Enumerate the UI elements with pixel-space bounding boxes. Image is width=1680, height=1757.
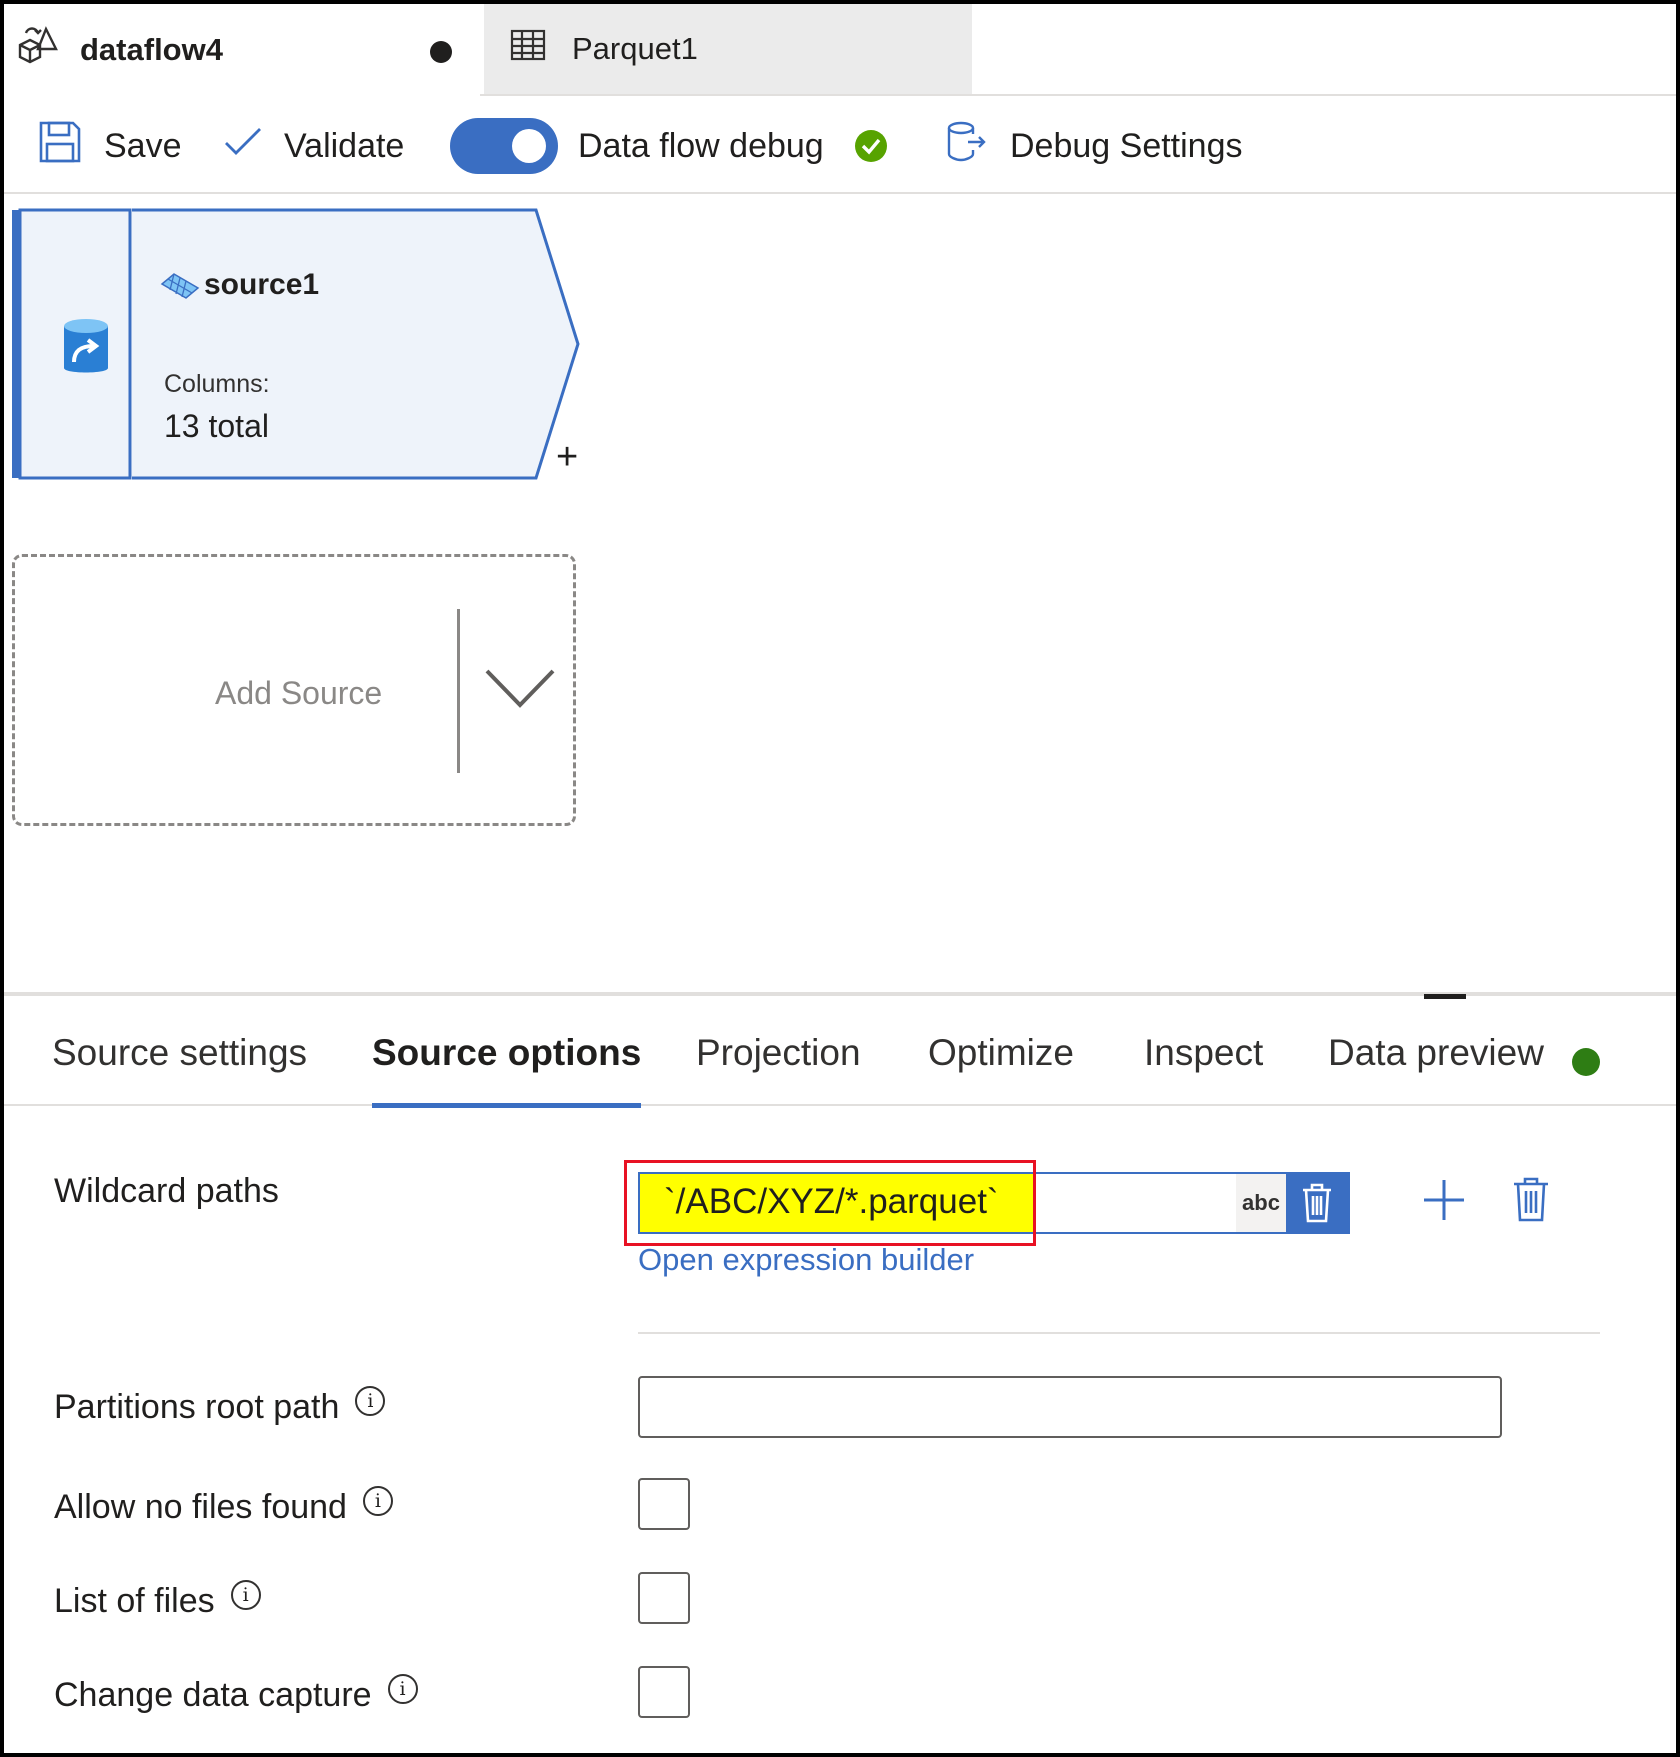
debug-settings-label: Debug Settings: [1010, 126, 1243, 165]
partitions-root-path-input[interactable]: [638, 1376, 1502, 1438]
tab-optimize[interactable]: Optimize: [928, 1000, 1074, 1106]
splitter-grip[interactable]: [1424, 994, 1466, 999]
type-badge: abc: [1236, 1174, 1286, 1232]
tab-dataflow4-label: dataflow4: [80, 32, 223, 67]
trash-icon: [1303, 1183, 1331, 1223]
highlight-annotation-box: [624, 1160, 1036, 1246]
tab-source-settings[interactable]: Source settings: [52, 1000, 307, 1106]
delete-wildcard-button[interactable]: [1286, 1174, 1348, 1232]
dataflow-canvas[interactable]: source1 Columns: 13 total + Add Source: [4, 196, 1676, 992]
add-source-label[interactable]: Add Source: [215, 675, 382, 712]
trash-icon: [1514, 1177, 1548, 1222]
info-icon[interactable]: i: [355, 1385, 386, 1416]
wildcard-paths-label: Wildcard paths: [54, 1172, 279, 1210]
source-node-title: source1: [204, 268, 320, 301]
tab-data-preview[interactable]: Data preview: [1328, 1000, 1544, 1106]
change-data-capture-label: Change data capture i: [54, 1673, 418, 1715]
allow-no-files-found-checkbox[interactable]: [638, 1478, 690, 1530]
validate-label: Validate: [284, 126, 405, 165]
settings-tab-bar: Source settings Source options Projectio…: [4, 1000, 1676, 1108]
columns-count: 13 total: [164, 408, 269, 444]
dataflow-icon: [16, 23, 62, 77]
tab-source-options[interactable]: Source options: [372, 1000, 642, 1108]
list-of-files-label: List of files i: [54, 1579, 261, 1621]
form-divider: [638, 1332, 1600, 1334]
document-tab-bar: dataflow4 Parquet1: [4, 4, 1676, 96]
info-icon[interactable]: i: [230, 1579, 261, 1610]
save-label: Save: [104, 126, 182, 165]
tab-projection[interactable]: Projection: [696, 1000, 861, 1106]
list-of-files-text: List of files: [54, 1582, 215, 1620]
unsaved-changes-dot: [430, 41, 452, 63]
app-frame: dataflow4 Parquet1 Save Validate Data fl…: [0, 0, 1680, 1757]
add-source-divider: [457, 609, 460, 773]
save-button[interactable]: Save: [38, 98, 182, 194]
toolbar: Save Validate Data flow debug Debug Sett…: [4, 98, 1676, 194]
columns-label: Columns:: [164, 370, 270, 398]
tab-parquet1[interactable]: Parquet1: [484, 4, 972, 94]
partitions-root-path-text: Partitions root path: [54, 1388, 340, 1426]
change-data-capture-text: Change data capture: [54, 1676, 372, 1714]
toggle-knob: [512, 129, 546, 163]
tab-parquet1-label: Parquet1: [572, 31, 698, 66]
debug-status-check-icon: [854, 98, 888, 194]
add-source-box[interactable]: Add Source: [12, 554, 576, 826]
allow-no-files-found-label: Allow no files found i: [54, 1485, 393, 1527]
validate-button[interactable]: Validate: [224, 98, 404, 194]
tab-dataflow4[interactable]: dataflow4: [4, 4, 480, 96]
data-flow-debug-toggle[interactable]: [450, 98, 558, 194]
source-database-icon: [62, 318, 110, 383]
data-flow-debug-label: Data flow debug: [578, 126, 824, 165]
save-icon: [38, 120, 82, 173]
remove-path-button[interactable]: [1512, 1176, 1550, 1227]
add-path-button[interactable]: [1422, 1178, 1466, 1227]
info-icon[interactable]: i: [387, 1673, 418, 1704]
open-expression-builder-link[interactable]: Open expression builder: [638, 1242, 974, 1278]
dataset-icon: [160, 270, 200, 305]
tab-inspect[interactable]: Inspect: [1144, 1000, 1263, 1106]
table-icon: [510, 29, 546, 69]
source-node[interactable]: source1 Columns: 13 total +: [10, 208, 584, 480]
add-transformation-button[interactable]: +: [556, 438, 578, 476]
debug-settings-button[interactable]: Debug Settings: [944, 98, 1243, 194]
allow-no-files-found-text: Allow no files found: [54, 1488, 347, 1526]
toggle-switch[interactable]: [450, 118, 558, 174]
change-data-capture-checkbox[interactable]: [638, 1666, 690, 1718]
chevron-down-icon[interactable]: [485, 667, 555, 714]
plus-icon: [1424, 1180, 1464, 1220]
checkmark-icon: [224, 127, 262, 166]
debug-settings-icon: [944, 120, 988, 173]
list-of-files-checkbox[interactable]: [638, 1572, 690, 1624]
partitions-root-path-label: Partitions root path i: [54, 1385, 386, 1427]
data-preview-status-dot: [1572, 1048, 1600, 1076]
info-icon[interactable]: i: [362, 1485, 393, 1516]
